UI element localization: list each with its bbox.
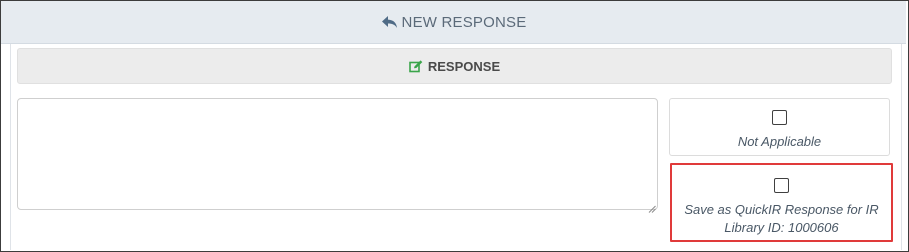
- header-title: NEW RESPONSE: [401, 13, 527, 31]
- resize-grip-icon[interactable]: [648, 200, 656, 213]
- response-section-header: RESPONSE: [17, 48, 892, 84]
- not-applicable-checkbox[interactable]: [772, 110, 787, 125]
- not-applicable-label: Not Applicable: [737, 134, 822, 149]
- new-response-header: NEW RESPONSE: [1, 1, 906, 44]
- edit-icon: [409, 59, 423, 73]
- save-quickir-label: Save as QuickIR Response for IR Library …: [684, 202, 879, 235]
- save-quickir-checkbox[interactable]: [774, 178, 789, 193]
- response-section-title: RESPONSE: [427, 58, 501, 74]
- reply-icon: [381, 15, 398, 29]
- save-quickir-option[interactable]: Save as QuickIR Response for IR Library …: [670, 163, 893, 242]
- not-applicable-option[interactable]: Not Applicable: [669, 98, 890, 156]
- response-textarea[interactable]: [17, 98, 658, 210]
